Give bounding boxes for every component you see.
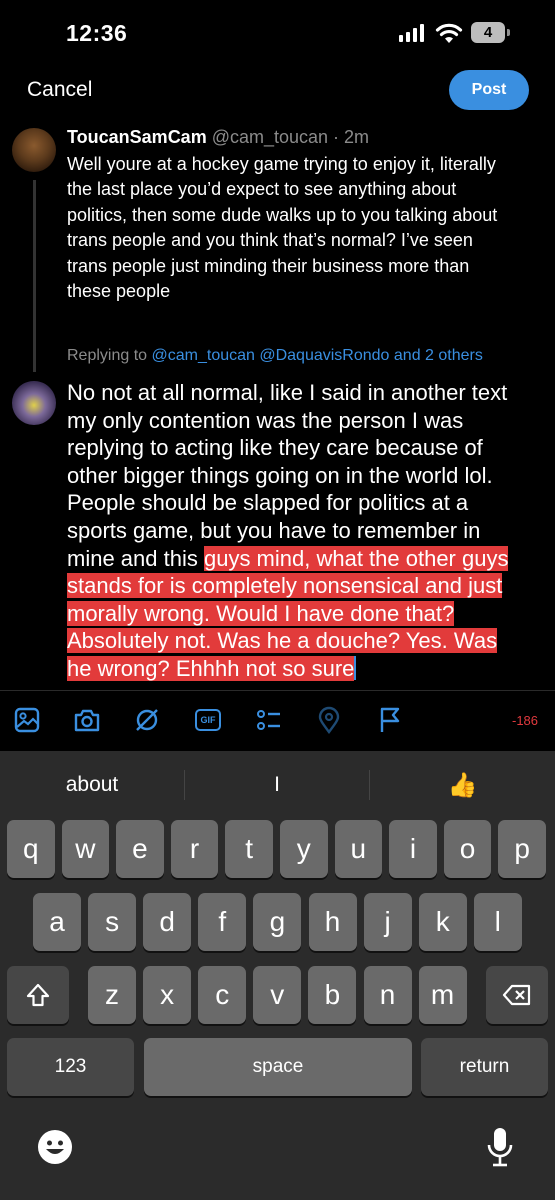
return-key[interactable]: return <box>421 1038 548 1096</box>
space-key[interactable]: space <box>144 1038 412 1096</box>
replying-to-prefix: Replying to <box>67 347 152 364</box>
key-o[interactable]: o <box>443 820 492 878</box>
tweet-line: these people <box>67 281 171 302</box>
shift-icon <box>26 983 50 1007</box>
gif-label: GIF <box>195 709 221 731</box>
key-n[interactable]: n <box>363 966 412 1024</box>
backspace-key[interactable] <box>486 966 548 1024</box>
emoji-icon[interactable] <box>37 1129 73 1165</box>
reply-line: mine and this guys mind, what the other … <box>67 545 549 573</box>
key-x[interactable]: x <box>143 966 192 1024</box>
key-r[interactable]: r <box>170 820 219 878</box>
status-time: 12:36 <box>66 20 128 46</box>
microphone-icon[interactable] <box>485 1126 515 1168</box>
selected-text[interactable]: morally wrong. Would I have done that? <box>67 600 455 626</box>
key-l[interactable]: l <box>473 893 522 951</box>
reply-plain-segment: mine and this <box>67 545 204 571</box>
key-v[interactable]: v <box>253 966 302 1024</box>
key-k[interactable]: k <box>418 893 467 951</box>
suggestion-divider <box>184 770 185 800</box>
user-avatar <box>12 381 56 425</box>
reply-text-editor[interactable]: No not at all normal, like I said in ano… <box>67 379 549 683</box>
key-s[interactable]: s <box>88 893 137 951</box>
key-j[interactable]: j <box>363 893 412 951</box>
tweet-line: politics, then some dude walks up to you… <box>67 204 498 225</box>
author-avatar[interactable] <box>12 128 56 172</box>
reply-line: stands for is completely nonsensical and… <box>67 572 549 600</box>
replying-to: Replying to @cam_toucan @DaquavisRondo a… <box>67 347 483 365</box>
location-icon[interactable] <box>315 706 343 734</box>
key-b[interactable]: b <box>308 966 357 1024</box>
key-u[interactable]: u <box>334 820 383 878</box>
author-display-name[interactable]: ToucanSamCam <box>67 127 207 147</box>
flag-icon[interactable] <box>376 706 404 734</box>
numbers-key[interactable]: 123 <box>7 1038 134 1096</box>
text-cursor <box>354 655 357 680</box>
cellular-signal-icon <box>399 24 427 42</box>
key-a[interactable]: a <box>33 893 81 951</box>
poll-icon[interactable] <box>255 706 283 734</box>
shift-key[interactable] <box>7 966 69 1024</box>
key-t[interactable]: t <box>225 820 273 878</box>
key-m[interactable]: m <box>418 966 467 1024</box>
key-w[interactable]: w <box>61 820 110 878</box>
key-e[interactable]: e <box>116 820 164 878</box>
key-q[interactable]: q <box>7 820 55 878</box>
camera-icon[interactable] <box>73 706 101 734</box>
key-h[interactable]: h <box>308 893 357 951</box>
thread-line <box>33 180 36 372</box>
tweet-line: trans people and you think that’s normal… <box>67 230 473 251</box>
original-tweet-text: Well youre at a hockey game trying to en… <box>67 152 545 304</box>
tweet-line: trans people just minding their business… <box>67 255 470 276</box>
tweet-author: ToucanSamCam @cam_toucan · 2m <box>67 127 369 148</box>
author-handle-time: @cam_toucan · 2m <box>206 127 370 147</box>
tweet-line: the last place you’d expect to see anyth… <box>67 179 457 200</box>
key-g[interactable]: g <box>253 893 302 951</box>
battery-nub <box>507 29 510 36</box>
backspace-icon <box>502 984 531 1006</box>
reply-line: No not at all normal, like I said in ano… <box>67 380 508 405</box>
toolbar-divider <box>0 690 555 691</box>
key-y[interactable]: y <box>280 820 328 878</box>
cancel-button[interactable]: Cancel <box>27 78 92 102</box>
selected-text[interactable]: guys mind, what the other guys <box>203 545 509 571</box>
gif-icon[interactable]: GIF <box>194 706 222 734</box>
suggestion-emoji[interactable]: 👍 <box>370 751 555 819</box>
image-icon[interactable] <box>13 706 41 734</box>
battery-indicator: 4 <box>471 22 505 43</box>
suggestion-2[interactable]: I <box>185 751 369 819</box>
selected-text[interactable]: he wrong? Ehhhh not so sure <box>67 655 355 681</box>
key-f[interactable]: f <box>198 893 247 951</box>
key-c[interactable]: c <box>198 966 247 1024</box>
reply-line: Absolutely not. Was he a douche? Yes. Wa… <box>67 627 549 655</box>
replying-to-targets[interactable]: @cam_toucan @DaquavisRondo and 2 others <box>152 347 483 364</box>
reply-line: replying to acting like they care becaus… <box>67 435 483 461</box>
tweet-line: Well youre at a hockey game trying to en… <box>67 154 496 174</box>
selected-text[interactable]: Absolutely not. Was he a douche? Yes. Wa… <box>67 628 498 654</box>
character-count: -186 <box>512 713 539 728</box>
suggestion-1[interactable]: about <box>0 751 184 819</box>
key-d[interactable]: d <box>143 893 192 951</box>
reply-line: sports game, but you have to remember in <box>67 517 481 543</box>
wifi-icon <box>435 23 463 43</box>
reply-line: he wrong? Ehhhh not so sure <box>67 655 549 683</box>
reply-line: morally wrong. Would I have done that? <box>67 600 549 628</box>
reply-line: People should be slapped for politics at… <box>67 490 469 516</box>
key-z[interactable]: z <box>88 966 136 1024</box>
post-button[interactable]: Post <box>449 70 529 110</box>
suggestion-divider <box>369 770 370 800</box>
no-filter-icon[interactable] <box>133 706 161 734</box>
selected-text[interactable]: stands for is completely nonsensical and… <box>67 573 503 599</box>
reply-line: other bigger things going on in the worl… <box>67 462 493 488</box>
key-i[interactable]: i <box>389 820 437 878</box>
reply-line: my only contention was the person I was <box>67 407 464 433</box>
key-p[interactable]: p <box>498 820 546 878</box>
predictive-text-bar: about I 👍 <box>0 751 555 819</box>
